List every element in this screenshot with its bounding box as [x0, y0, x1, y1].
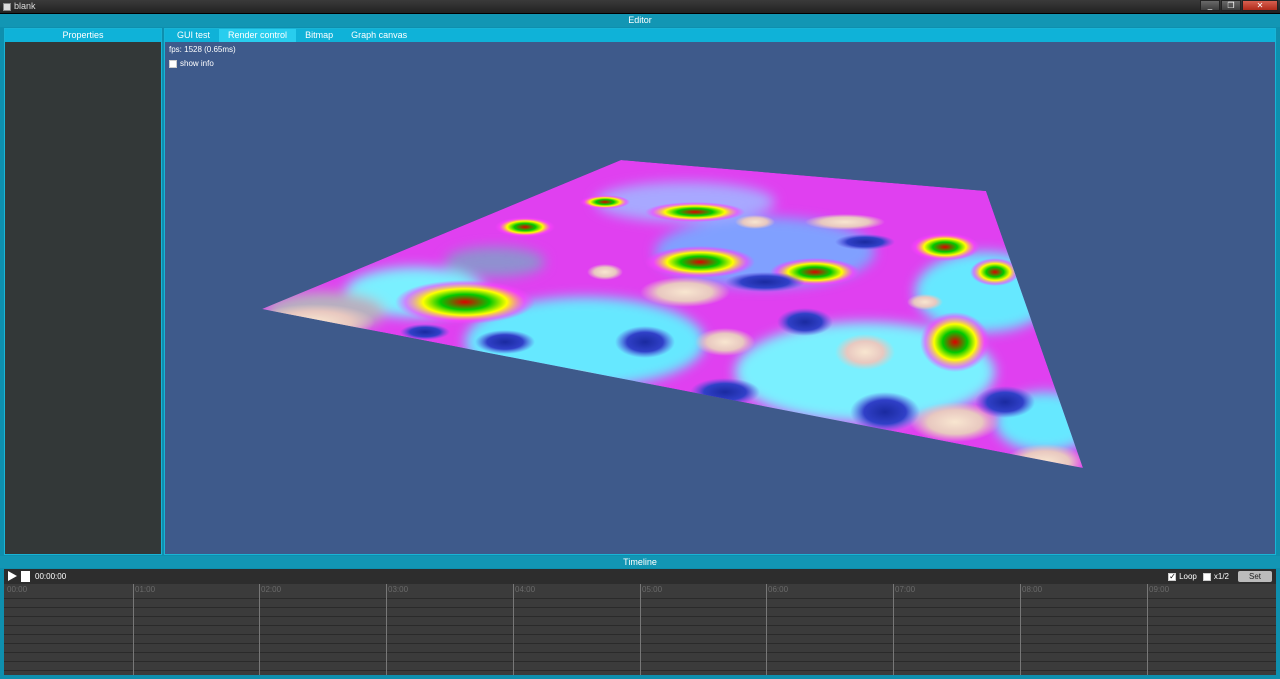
window-controls: _ ❐ ✕: [1200, 0, 1278, 12]
show-info-label: show info: [180, 59, 214, 68]
half-speed-label: x1/2: [1213, 572, 1229, 581]
tab-bar: GUI test Render control Bitmap Graph can…: [165, 29, 1275, 42]
properties-title: Properties: [5, 29, 161, 42]
show-info-checkbox[interactable]: [169, 59, 177, 68]
timeline-marker-label: 03:00: [388, 585, 409, 594]
timeline-options: Loop x1/2 Set: [1168, 571, 1272, 582]
timeline-marker: [1020, 584, 1021, 675]
timeline-title: Timeline: [0, 556, 1280, 568]
timeline-marker-label: 06:00: [768, 585, 789, 594]
tab-bitmap[interactable]: Bitmap: [296, 29, 342, 42]
timeline-marker: [1147, 584, 1148, 675]
minimize-button[interactable]: _: [1200, 0, 1220, 11]
timeline-marker: [386, 584, 387, 675]
timeline-marker: [893, 584, 894, 675]
maximize-button[interactable]: ❐: [1221, 0, 1241, 11]
app-icon: [3, 3, 11, 11]
tab-graph-canvas[interactable]: Graph canvas: [342, 29, 416, 42]
timeline-marker-label: 07:00: [895, 585, 916, 594]
loop-label: Loop: [1179, 572, 1197, 581]
show-info-toggle[interactable]: show info: [169, 59, 214, 68]
timeline-tracks[interactable]: 00:00 01:00 02:00 03:00 04:00 05:00 06:0…: [4, 584, 1276, 675]
timeline-controls: 00:00:00 Loop x1/2 Set: [4, 569, 1276, 584]
timeline-marker-label: 02:00: [261, 585, 282, 594]
timeline-marker-label: 05:00: [642, 585, 663, 594]
timeline-marker: [640, 584, 641, 675]
timeline-panel: Timeline 00:00:00 Loop x1/2 Set 00:00 01…: [0, 556, 1280, 679]
render-panel: GUI test Render control Bitmap Graph can…: [164, 28, 1276, 555]
half-speed-checkbox[interactable]: [1202, 572, 1211, 581]
timeline-marker-label: 09:00: [1149, 585, 1170, 594]
timeline-marker: [133, 584, 134, 675]
fps-readout: fps: 1528 (0.65ms): [169, 45, 236, 54]
rendered-plane: [262, 160, 1083, 468]
plane-texture: [262, 160, 1083, 468]
loop-checkbox[interactable]: [1168, 572, 1177, 581]
timeline-marker: [513, 584, 514, 675]
stop-icon[interactable]: [21, 571, 30, 582]
window-title: blank: [14, 1, 36, 11]
timeline-marker-label: 04:00: [515, 585, 536, 594]
play-icon[interactable]: [8, 571, 17, 581]
tab-render-control[interactable]: Render control: [219, 29, 297, 42]
editor-frame: Editor Properties GUI test Render contro…: [0, 14, 1280, 557]
timeline-time: 00:00:00: [35, 572, 67, 581]
set-button[interactable]: Set: [1238, 571, 1272, 582]
timeline-marker: [766, 584, 767, 675]
timeline-marker: [259, 584, 260, 675]
properties-panel: Properties: [4, 28, 162, 555]
timeline-marker-label: 00:00: [7, 585, 28, 594]
close-button[interactable]: ✕: [1242, 0, 1278, 11]
render-viewport[interactable]: fps: 1528 (0.65ms) show info: [165, 42, 1275, 554]
editor-title: Editor: [0, 14, 1280, 27]
timeline-bottom-border: [0, 675, 1280, 679]
tab-gui-test[interactable]: GUI test: [168, 29, 219, 42]
timeline-marker-label: 08:00: [1022, 585, 1043, 594]
os-titlebar: blank _ ❐ ✕: [0, 0, 1280, 14]
timeline-marker-label: 01:00: [135, 585, 156, 594]
